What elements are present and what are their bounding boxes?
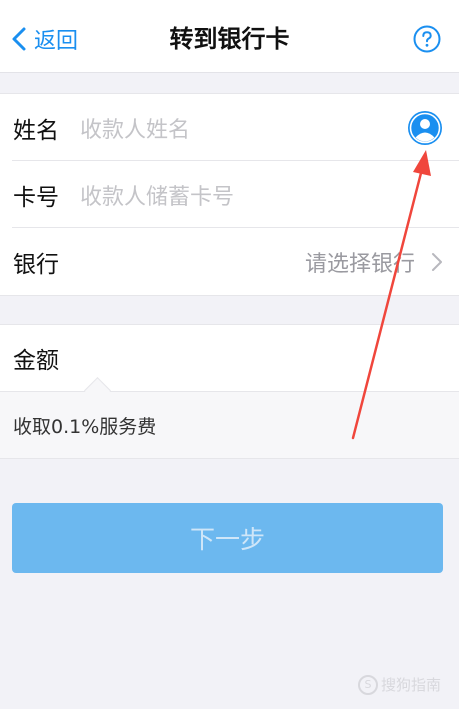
watermark: S 搜狗指南: [357, 674, 441, 695]
card-label: 卡号: [13, 184, 59, 211]
amount-row[interactable]: 金额: [0, 325, 459, 392]
bank-label: 银行: [13, 251, 59, 278]
amount-section: 金额 收取0.1%服务费: [0, 324, 459, 459]
help-icon[interactable]: [413, 25, 441, 53]
name-input[interactable]: 收款人姓名: [80, 112, 190, 144]
name-label: 姓名: [13, 117, 59, 144]
bank-select-value[interactable]: 请选择银行: [305, 246, 415, 278]
contact-picker-icon[interactable]: [407, 110, 443, 146]
amount-label: 金额: [13, 348, 59, 374]
bank-row[interactable]: 银行 请选择银行: [0, 228, 459, 295]
watermark-logo-icon: S: [357, 674, 378, 695]
page-title: 转到银行卡: [169, 25, 290, 53]
card-number-input[interactable]: 收款人储蓄卡号: [80, 179, 234, 211]
card-row[interactable]: 卡号 收款人储蓄卡号: [0, 161, 459, 228]
chevron-right-icon: [432, 252, 442, 271]
next-step-button[interactable]: 下一步: [12, 503, 443, 573]
nav-bar: 返回 转到银行卡: [0, 0, 459, 73]
name-row[interactable]: 姓名 收款人姓名: [0, 94, 459, 161]
watermark-text: 搜狗指南: [380, 676, 441, 694]
fee-note: 收取0.1%服务费: [13, 416, 157, 438]
recipient-form: 姓名 收款人姓名 卡号 收款人储蓄卡号 银行 请选择银行: [0, 93, 459, 296]
